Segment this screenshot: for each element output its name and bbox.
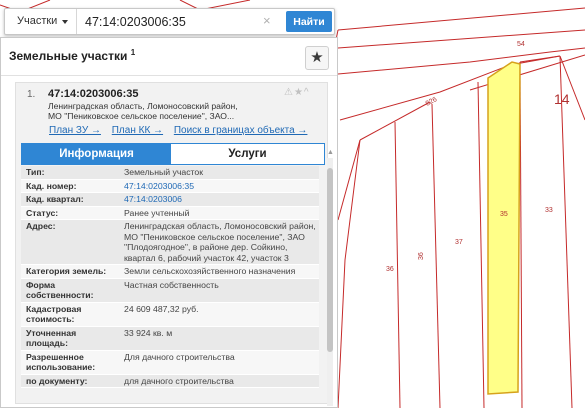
parcel-boundary[interactable] (337, 29, 585, 49)
map-label-33: 33 (545, 207, 553, 214)
parcel-boundary[interactable] (559, 55, 585, 121)
row-label: Статус: (26, 207, 59, 218)
table-row: Кадастровая стоимость: 24 609 487,32 руб. (21, 302, 319, 327)
search-in-bounds-link[interactable]: Поиск в границах объекта → (174, 125, 308, 136)
map-label-35: 35 (500, 211, 508, 218)
result-address-line: Ленинградская область, Ломоносовский рай… (48, 101, 238, 111)
table-row: по документу: для дачного строительства (21, 374, 319, 388)
tab-information[interactable]: Информация (22, 144, 171, 164)
row-label: Кадастровая стоимость: (26, 303, 82, 325)
row-label: Форма собственности: (26, 279, 94, 301)
table-row: Разрешенное использование: Для дачного ст… (21, 350, 319, 375)
favorite-button[interactable]: ★ (305, 46, 329, 70)
table-row: Кад. квартал: 47:14:0203006 (21, 193, 319, 207)
row-value: Частная собственность (124, 279, 219, 290)
tab-services[interactable]: Услуги (171, 144, 324, 164)
table-row: Форма собственности: Частная собственност… (21, 278, 319, 303)
row-label: Уточненная площадь: (26, 327, 77, 349)
table-row: Кад. номер: 47:14:0203006:35 (21, 179, 319, 193)
row-value: 33 924 кв. м (124, 327, 173, 338)
row-value: Земельный участок (124, 167, 204, 177)
row-label: Категория земель: (26, 266, 107, 276)
table-row: Тип: Земельный участок (21, 166, 319, 180)
map-label-826: 826 (425, 96, 439, 108)
scroll-up-icon[interactable]: ▲ (327, 149, 334, 156)
search-input[interactable] (85, 12, 255, 31)
results-title: Земельные участки 1 (9, 48, 135, 63)
parcel-boundary[interactable] (337, 7, 585, 31)
cad-number-link[interactable]: 47:14:0203006:35 (119, 180, 319, 193)
map-label-37: 37 (455, 239, 463, 246)
plan-zu-link[interactable]: План ЗУ → (49, 125, 101, 136)
result-links: План ЗУ → План КК → Поиск в границах объ… (49, 125, 315, 136)
map-label-36a: 36 (386, 266, 394, 273)
row-label: по документу: (26, 375, 88, 386)
parcel-boundary[interactable] (477, 81, 485, 408)
search-type-label: Участки (17, 15, 58, 27)
result-address: Ленинградская область, Ломоносовский рай… (48, 101, 278, 121)
parcel-boundary[interactable] (337, 139, 361, 221)
star-icon: ★ (310, 49, 324, 66)
plan-kk-link[interactable]: План КК → (112, 125, 163, 136)
result-actions-icons[interactable]: ⚠★^ (284, 87, 310, 98)
result-address-line: МО "Пениковское сельское поселение", ЗАО… (48, 111, 235, 121)
map-label-36b: 36 (418, 252, 425, 260)
table-row: Статус: Ранее учтенный (21, 206, 319, 220)
results-card: Земельные участки 1 ★ 1. 47:14:0203006:3… (0, 37, 338, 408)
row-label: Адрес: (26, 221, 56, 231)
parcel-boundary[interactable] (337, 47, 585, 75)
result-cad-number[interactable]: 47:14:0203006:35 (48, 88, 139, 100)
parcel-boundary[interactable] (559, 55, 573, 408)
map-label-54: 54 (517, 41, 525, 48)
table-row: Уточненная площадь: 33 924 кв. м (21, 326, 319, 351)
row-value: Земли сельскохозяйственного назначения (124, 266, 296, 276)
row-value: Ранее учтенный (124, 207, 190, 218)
info-table: Тип: Земельный участок Кад. номер: 47:14:0… (21, 166, 319, 388)
row-value: Для дачного строительства (124, 351, 235, 362)
parcel-boundary[interactable] (394, 121, 401, 408)
results-count: 1 (130, 48, 136, 57)
row-label: Тип: (26, 167, 45, 177)
scrollbar-thumb[interactable] (327, 168, 333, 352)
result-index: 1. (27, 89, 36, 100)
result-tabs: Информация Услуги (21, 143, 325, 165)
row-value: для дачного строительства (124, 375, 234, 386)
search-type-dropdown[interactable]: Участки (5, 9, 77, 34)
results-title-text: Земельные участки (9, 49, 128, 63)
map-label-14: 14 (554, 91, 570, 107)
row-value: Ленинградская область, Ломоносовский рай… (124, 221, 316, 263)
search-panel: Участки × Найти Земельные участки 1 ★ 1.… (0, 0, 338, 408)
scrollbar[interactable] (327, 158, 333, 406)
cad-quarter-link[interactable]: 47:14:0203006 (119, 193, 319, 206)
parcel-boundary[interactable] (519, 55, 561, 63)
row-value: 24 609 487,32 руб. (124, 303, 199, 314)
results-header: Земельные участки 1 ★ (1, 38, 337, 76)
search-button[interactable]: Найти (286, 11, 332, 32)
parcel-boundary[interactable] (431, 103, 441, 408)
result-item[interactable]: 1. 47:14:0203006:35 Ленинградская област… (15, 82, 328, 404)
table-row: Категория земель: Земли сельскохозяйствен… (21, 265, 319, 279)
parcel-boundary[interactable] (339, 55, 561, 121)
row-label: Разрешенное использование: (26, 351, 96, 373)
row-label: Кад. квартал: (26, 194, 84, 204)
close-icon[interactable]: × (263, 13, 271, 28)
search-bar: Участки × Найти (4, 8, 335, 35)
chevron-down-icon (62, 20, 68, 24)
table-row: Адрес: Ленинградская область, Ломоносовск… (21, 220, 319, 265)
selected-parcel[interactable] (487, 61, 521, 395)
row-label: Кад. номер: (26, 180, 77, 191)
